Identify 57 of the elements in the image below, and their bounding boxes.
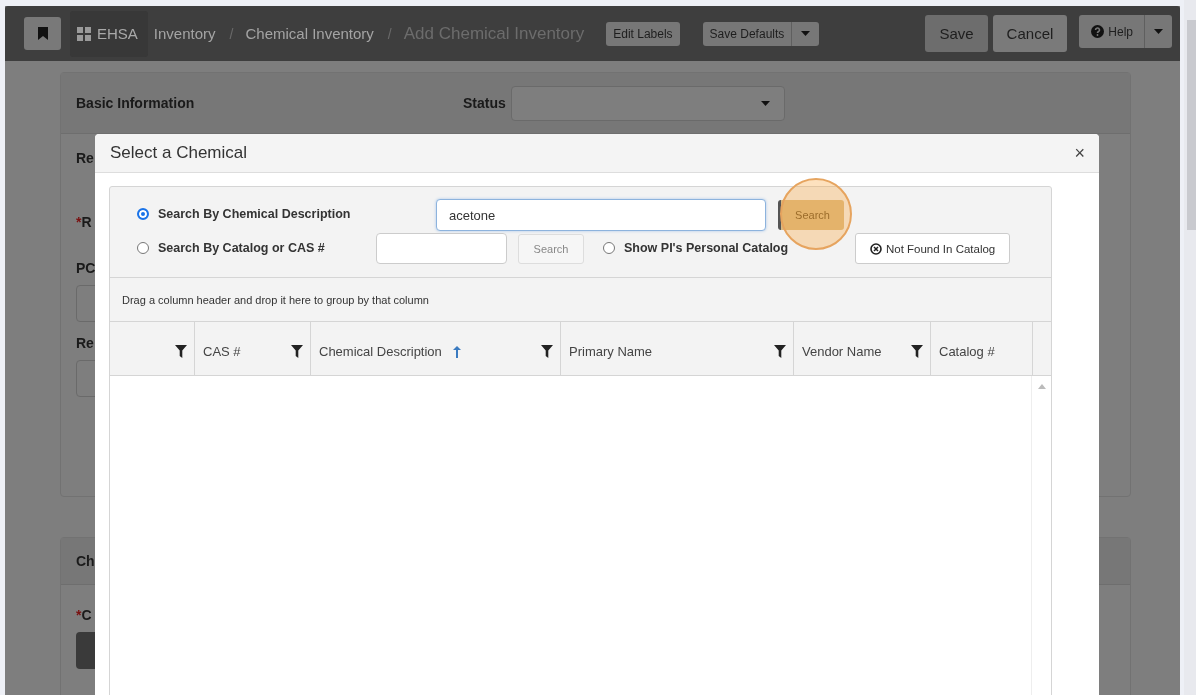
- caret-icon: [1154, 29, 1163, 34]
- column-header[interactable]: Chemical Description: [311, 322, 561, 375]
- radio-label: Search By Chemical Description: [158, 207, 351, 221]
- dropdown-caret-icon: [760, 100, 770, 106]
- field-label: Re: [76, 335, 94, 351]
- radio-button[interactable]: [137, 241, 149, 254]
- radio-label: Search By Catalog or CAS #: [158, 240, 325, 255]
- column-header[interactable]: Primary Name: [561, 322, 794, 375]
- circled-x-icon: [869, 242, 882, 255]
- column-header[interactable]: Vendor Name: [794, 322, 931, 375]
- save-defaults-button[interactable]: Save Defaults: [702, 21, 792, 46]
- radio-button[interactable]: [603, 241, 615, 254]
- cancel-button[interactable]: Cancel: [992, 15, 1068, 52]
- bookmark-icon: [37, 27, 48, 40]
- required-mark: *: [76, 607, 82, 623]
- filter-icon: [541, 345, 553, 358]
- panel-title: Ch: [76, 553, 96, 569]
- grid-icon: [77, 26, 91, 41]
- bookmark-button[interactable]: [24, 17, 61, 50]
- save-button[interactable]: Save: [925, 15, 988, 52]
- scrollbar-thumb[interactable]: [1187, 20, 1196, 230]
- filter-icon: [774, 345, 786, 358]
- dropdown-toggle[interactable]: [1144, 15, 1172, 48]
- caret-icon: [801, 31, 811, 36]
- app-home-button[interactable]: EHSA: [70, 10, 148, 57]
- group-hint: Drag a column header and drop it here to group by that column: [122, 293, 429, 306]
- section-heading: Re: [76, 150, 94, 166]
- radio-button[interactable]: [137, 208, 149, 220]
- field-label: Status: [463, 95, 506, 111]
- help-button[interactable]: Help: [1079, 15, 1144, 48]
- column-header[interactable]: Catalog #: [931, 322, 1033, 375]
- breadcrumb-separator: /: [387, 25, 392, 42]
- not-found-button[interactable]: Not Found In Catalog: [855, 233, 1011, 264]
- column-header[interactable]: CAS #: [195, 322, 311, 375]
- panel-title: Basic Information: [76, 95, 196, 111]
- filter-icon: [175, 345, 187, 358]
- question-icon: [1091, 25, 1105, 38]
- edit-labels-button[interactable]: Edit Labels: [606, 21, 680, 46]
- close-button[interactable]: ×: [1074, 144, 1085, 162]
- breadcrumb-separator: /: [229, 25, 234, 42]
- breadcrumb-link[interactable]: Chemical Inventory: [245, 25, 374, 42]
- field-label: *R: [76, 214, 92, 230]
- modal-title: Select a Chemical: [110, 143, 247, 163]
- breadcrumb-link[interactable]: Inventory: [153, 25, 216, 42]
- field-label: *C: [76, 607, 92, 623]
- search-button[interactable]: Search: [518, 233, 584, 264]
- filter-icon: [291, 345, 303, 358]
- search-field[interactable]: acetone: [436, 199, 766, 231]
- sort-arrow-icon: [452, 345, 461, 358]
- search-field[interactable]: [376, 233, 507, 264]
- scrollbar[interactable]: [1184, 0, 1196, 695]
- field-label: PC: [76, 260, 96, 276]
- required-mark: *: [76, 214, 82, 230]
- filter-icon: [911, 345, 923, 358]
- radio-label: Show PI's Personal Catalog: [624, 240, 789, 255]
- scroll-up-icon: [1037, 384, 1046, 389]
- dropdown-toggle[interactable]: [791, 21, 820, 46]
